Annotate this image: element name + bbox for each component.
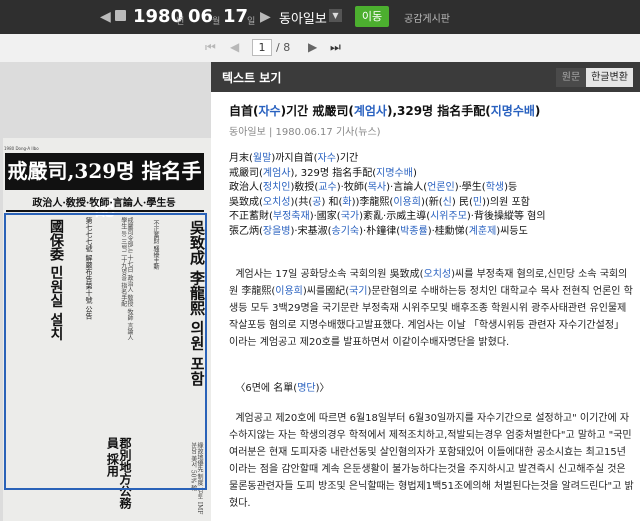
article-paragraph: 계엄사는 17일 공화당소속 국회의원 吳致成(오치성)씨를 부정축재 혐의로,… [229, 269, 633, 348]
article-title: 自首(자수)기간 戒嚴司(계엄사),329명 指名手配(지명수배) [229, 104, 541, 118]
chevron-down-icon[interactable]: ▼ [329, 9, 342, 22]
total-pages: / 8 [276, 41, 291, 54]
newspaper-subheadline: 政治人·敎授·牧師·言論人·學生등 [32, 198, 176, 209]
next-page-button[interactable]: ▶ [308, 40, 317, 54]
page-navigation-bar: ⏮ ◀ 1 / 8 ▶ ⏭ [0, 34, 640, 63]
text-view-panel: 텍스트 보기 원문 한글변환 自首(자수)기간 戒嚴司(계엄사),329명 指名… [211, 62, 640, 521]
article-paragraph: 계엄공고 제20호에 따르면 6월18일부터 6월30일까지를 자수기간으로 설… [229, 413, 634, 509]
newspaper-masthead: 1980 Dong-A Ilbo [4, 146, 39, 151]
selected-article-outline[interactable] [4, 213, 207, 490]
current-page-input[interactable]: 1 [252, 39, 272, 56]
day-value[interactable]: 17 [223, 6, 248, 27]
summary-line: 吳致成(오치성)(共(공) 和(화))李龍熙(이용희)(新(신) 民(민))의원… [229, 196, 530, 208]
summary-line: 月末(월말)까지自首(자수)기간 [229, 153, 359, 164]
calendar-icon[interactable] [115, 10, 126, 21]
panel-header: 텍스트 보기 원문 한글변환 [211, 62, 640, 92]
last-page-button[interactable]: ⏭ [330, 40, 341, 55]
share-board-link[interactable]: 공감게시판 [404, 10, 450, 25]
summary-line: 張乙炳(장을병)·宋基淑(송기숙)·朴鐘律(박종률)·桂勳悌(계훈제)씨등도 [229, 225, 528, 237]
newspaper-select[interactable]: 동아일보 [279, 8, 327, 27]
newspaper-headline: 戒嚴司,329명 指名手配 [5, 153, 204, 220]
summary-line: 政治人(정치인)敎授(교수)·牧師(목사)·言論人(언론인)·學生(학생)등 [229, 182, 518, 194]
month-unit: 월 [212, 17, 221, 27]
article-summary: 月末(월말)까지自首(자수)기간 戒嚴司(계엄사), 329명 指名手配(지명수… [229, 152, 629, 240]
date-navigation-bar: ◀ 1980 년 06 월 17 일 ▶ 동아일보 ▼ 이동 공감게시판 [0, 0, 640, 34]
move-button[interactable]: 이동 [355, 6, 389, 27]
panel-title: 텍스트 보기 [222, 71, 282, 85]
previous-date-button[interactable]: ◀ [100, 9, 111, 25]
prev-page-button[interactable]: ◀ [230, 40, 239, 54]
newspaper-page-image[interactable]: 1980 Dong-A Ilbo 戒嚴司,329명 指名手配 政治人·敎授·牧師… [0, 62, 211, 521]
first-page-button[interactable]: ⏮ [205, 40, 216, 55]
summary-line: 戒嚴司(계엄사), 329명 指名手配(지명수배) [229, 167, 417, 179]
summary-line: 不正蓄財(부정축재)·國家(국가)紊亂·示威主導(시위주모)·背後操縱等 혐의 [229, 211, 546, 223]
newspaper-rule [6, 210, 204, 212]
next-date-button[interactable]: ▶ [260, 9, 271, 25]
article-meta: 동아일보 | 1980.06.17 기사(뉴스) [229, 127, 381, 138]
original-text-button[interactable]: 원문 [556, 68, 586, 87]
day-unit: 일 [247, 17, 256, 27]
hangul-convert-button[interactable]: 한글변환 [586, 68, 633, 87]
year-unit: 년 [176, 17, 185, 27]
month-value[interactable]: 06 [188, 6, 213, 27]
article-paragraph: 〈6면에 名單(명단)〉 [235, 383, 330, 394]
